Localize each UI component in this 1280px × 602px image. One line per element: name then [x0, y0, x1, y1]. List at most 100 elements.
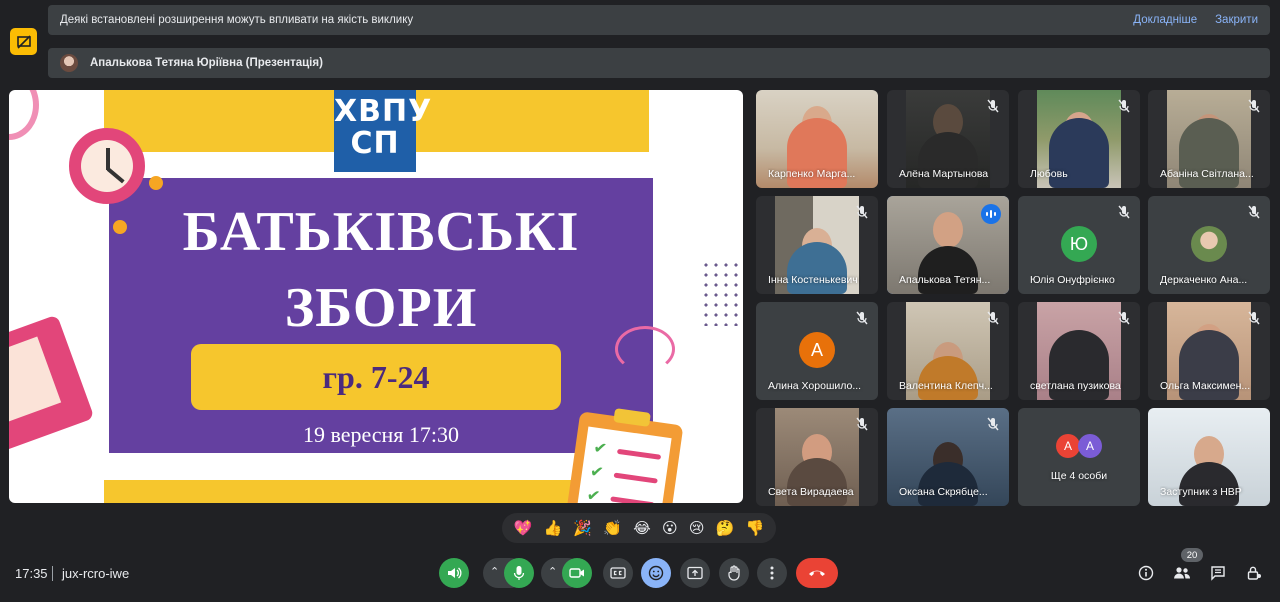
speaker-icon — [448, 567, 462, 579]
reaction-laugh[interactable]: 😂 — [633, 519, 651, 537]
reaction-heart[interactable]: 💖 — [514, 519, 533, 537]
participant-avatar: А — [1056, 434, 1080, 458]
participant-name: Інна Костенькевич — [768, 274, 858, 286]
participant-avatar: А — [799, 332, 835, 368]
participant-count-badge: 20 — [1181, 548, 1203, 562]
school-logo: ХВПУ СП — [334, 90, 433, 172]
slide-title-line-2: ЗБОРИ — [284, 277, 478, 339]
participant-name: Света Вирадаева — [768, 486, 854, 498]
hand-icon — [728, 565, 740, 581]
participant-name: Алёна Мартынова — [899, 168, 989, 180]
captions-button[interactable] — [603, 558, 633, 588]
reaction-party[interactable]: 🎉 — [573, 519, 592, 537]
reactions-bar: 💖 👍 🎉 👏 😂 😮 😢 🤔 👎 — [502, 513, 776, 543]
present-screen-icon — [687, 566, 703, 580]
participant-name: Юлія Онуфрієнко — [1030, 274, 1115, 286]
mic-off-icon — [987, 99, 999, 113]
participant-tile[interactable]: Деркаченко Ана... — [1148, 196, 1270, 294]
camera-button[interactable] — [562, 558, 592, 588]
dots-decoration — [701, 260, 743, 326]
reaction-thumbs-down[interactable]: 👎 — [746, 519, 765, 537]
chevron-up-icon[interactable]: ⌃ — [548, 565, 557, 578]
more-vertical-icon — [770, 566, 774, 580]
participant-tile[interactable]: Оксана Скрябце... — [887, 408, 1009, 506]
people-button[interactable] — [1171, 562, 1193, 584]
raise-hand-button[interactable] — [719, 558, 749, 588]
extensions-banner: Деякі встановлені розширення можуть впли… — [48, 5, 1270, 35]
reaction-clap[interactable]: 👏 — [603, 519, 622, 537]
meeting-datetime: 19 вересня 17:30 — [302, 422, 460, 447]
divider — [52, 566, 53, 581]
participant-name: Апалькова Тетян... — [899, 274, 991, 286]
participant-name: Валентина Клепч... — [899, 380, 993, 392]
participant-tile[interactable]: светлана пузикова — [1018, 302, 1140, 400]
lock-person-icon — [1247, 566, 1261, 580]
logo-line-1: ХВПУ — [334, 94, 433, 129]
close-banner-button[interactable]: Закрити — [1215, 14, 1258, 26]
participant-tile[interactable]: А Алина Хорошило... — [756, 302, 878, 400]
presentation-banner[interactable]: Апалькова Тетяна Юріївна (Презентація) — [48, 48, 1270, 78]
participant-tile[interactable]: Ю Юлія Онуфрієнко — [1018, 196, 1140, 294]
reaction-thinking[interactable]: 🤔 — [716, 519, 735, 537]
more-participants-label: Ще 4 особи — [1050, 470, 1108, 482]
reaction-thumbs-up[interactable]: 👍 — [544, 519, 563, 537]
meeting-time: 17:35 — [15, 566, 48, 581]
clock-bell-decoration — [149, 176, 163, 190]
reaction-sad[interactable]: 😢 — [689, 519, 705, 537]
participant-name: светлана пузикова — [1030, 380, 1121, 392]
more-participants-tile[interactable]: А А Ще 4 особи — [1018, 408, 1140, 506]
presentation-slide: ХВПУ СП БАТЬКІВСЬКІ ЗБОРИ гр. 7-24 19 ве… — [9, 90, 743, 503]
laptop-icon — [9, 314, 95, 456]
meeting-details-button[interactable] — [1135, 562, 1157, 584]
presentation-banner-text: Апалькова Тетяна Юріївна (Презентація) — [90, 57, 323, 69]
emoji-icon — [648, 565, 664, 581]
participant-tile[interactable]: Абаніна Світлана... — [1148, 90, 1270, 188]
microphone-button[interactable] — [504, 558, 534, 588]
extension-warning-icon[interactable] — [10, 28, 37, 55]
participant-name: Заступник з НВР — [1160, 486, 1242, 498]
reaction-surprised[interactable]: 😮 — [662, 519, 678, 537]
participant-tile[interactable]: Валентина Клепч... — [887, 302, 1009, 400]
participant-tile[interactable]: Ольга Максимен... — [1148, 302, 1270, 400]
mic-off-icon — [987, 417, 999, 431]
participant-tile[interactable]: Любовь — [1018, 90, 1140, 188]
leave-call-button[interactable] — [796, 558, 838, 588]
participant-tile[interactable]: Інна Костенькевич — [756, 196, 878, 294]
participant-avatar — [1191, 226, 1227, 262]
participant-tile-active-speaker[interactable]: Апалькова Тетян... — [887, 196, 1009, 294]
participant-tile[interactable]: Карпенко Марга... — [756, 90, 878, 188]
meeting-code[interactable]: jux-rcro-iwe — [62, 566, 129, 581]
speaker-button[interactable] — [439, 558, 469, 588]
participant-tile[interactable]: Алёна Мартынова — [887, 90, 1009, 188]
camera-icon — [569, 568, 584, 578]
participant-name: Деркаченко Ана... — [1160, 274, 1248, 286]
host-controls-button[interactable] — [1243, 562, 1265, 584]
mic-off-icon — [1248, 311, 1260, 325]
group-label: гр. 7-24 — [191, 344, 561, 410]
info-icon — [1138, 565, 1154, 581]
checklist-clipboard-icon: ✔ ✔ ✔ — [566, 408, 684, 503]
learn-more-link[interactable]: Докладніше — [1133, 14, 1197, 26]
logo-line-2: СП — [350, 126, 400, 161]
participant-avatar: Ю — [1061, 226, 1097, 262]
participant-name: Ольга Максимен... — [1160, 380, 1251, 392]
mic-off-icon — [856, 311, 868, 325]
participant-tile[interactable]: Света Вирадаева — [756, 408, 878, 506]
people-icon — [1174, 567, 1191, 579]
mic-off-icon — [1118, 99, 1130, 113]
mic-off-icon — [856, 205, 868, 219]
mic-off-icon — [1248, 205, 1260, 219]
present-screen-button[interactable] — [680, 558, 710, 588]
mic-off-icon — [987, 311, 999, 325]
mic-off-icon — [1118, 205, 1130, 219]
participant-tile[interactable]: Заступник з НВР — [1148, 408, 1270, 506]
chat-button[interactable] — [1207, 562, 1229, 584]
chevron-up-icon[interactable]: ⌃ — [490, 565, 499, 578]
participant-name: Карпенко Марга... — [768, 168, 856, 180]
participant-name: Любовь — [1030, 168, 1068, 180]
participant-avatar: А — [1078, 434, 1102, 458]
alarm-clock-icon — [69, 128, 145, 204]
presenter-avatar — [60, 54, 78, 72]
emoji-reactions-button[interactable] — [641, 558, 671, 588]
more-options-button[interactable] — [757, 558, 787, 588]
